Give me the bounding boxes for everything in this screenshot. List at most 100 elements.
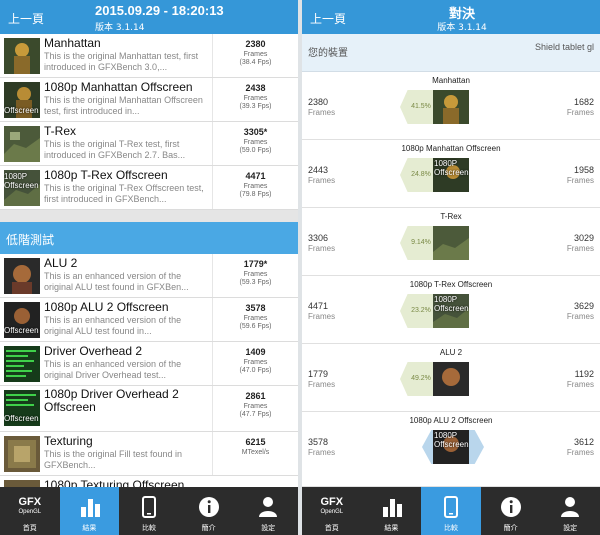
score-unit: Frames bbox=[243, 139, 268, 146]
gfx-logo-icon: GFX bbox=[320, 496, 344, 508]
test-name: 1080p T-Rex Offscreen bbox=[44, 168, 168, 182]
test-description: This is the original Manhattan Offscreen… bbox=[44, 95, 203, 116]
texturing-thumbnail bbox=[4, 436, 40, 472]
list-item-alu2[interactable]: ALU 2 This is an enhanced version of the… bbox=[0, 254, 298, 298]
tab-home[interactable]: GFX OpenGL 首頁 bbox=[0, 487, 60, 535]
test-name: Texturing bbox=[44, 434, 93, 448]
tab-label: 設定 bbox=[261, 524, 276, 532]
header-bar: 上一頁 2015.09.29 - 18:20:13 版本 3.1.14 bbox=[0, 0, 298, 34]
offscreen-overlay: Offscreen bbox=[4, 106, 39, 115]
comparison-manhattan[interactable]: Manhattan 2380 Frames 41.5% 1682 Frames bbox=[302, 72, 600, 140]
alu2-offscreen-thumbnail: 1080P Offscreen bbox=[433, 430, 469, 464]
version-label: 版本 3.1.14 bbox=[95, 23, 145, 33]
test-description: This is the original Fill test found in … bbox=[44, 449, 183, 470]
offscreen-overlay: 1080P Offscreen bbox=[4, 172, 39, 190]
list-item-trex-offscreen[interactable]: 1080P Offscreen 1080p T-Rex Offscreen Th… bbox=[0, 166, 298, 210]
driver-overhead-offscreen-thumbnail: Offscreen bbox=[4, 390, 40, 426]
comparison-trex-offscreen[interactable]: 1080p T-Rex Offscreen 4471 Frames 23.2% … bbox=[302, 276, 600, 344]
trex-thumbnail bbox=[4, 126, 40, 162]
list-item-manhattan[interactable]: Manhattan This is the original Manhattan… bbox=[0, 34, 298, 78]
score-fps: (38.4 Fps) bbox=[239, 59, 272, 66]
manhattan-thumbnail bbox=[4, 38, 40, 74]
score-value: 1409 bbox=[245, 347, 266, 357]
tab-info[interactable]: 簡介 bbox=[179, 487, 239, 535]
score-cell: 6215 MTexel/s bbox=[212, 432, 298, 475]
other-score-unit: Frames bbox=[566, 244, 594, 253]
test-name: ALU 2 bbox=[44, 256, 78, 270]
score-fps: (59.0 Fps) bbox=[239, 147, 272, 154]
tab-label: 簡介 bbox=[201, 524, 216, 532]
comparison-test-name: Manhattan bbox=[432, 76, 470, 85]
trex-offscreen-thumbnail: 1080P Offscreen bbox=[433, 294, 469, 328]
phone-icon bbox=[142, 496, 157, 518]
tab-info[interactable]: 簡介 bbox=[481, 487, 541, 535]
other-score: 3629 bbox=[573, 301, 594, 311]
tab-settings[interactable]: 設定 bbox=[238, 487, 298, 535]
score-fps: (59.3 Fps) bbox=[239, 279, 272, 286]
results-screen: 上一頁 2015.09.29 - 18:20:13 版本 3.1.14 Manh… bbox=[0, 0, 298, 535]
list-item-manhattan-offscreen[interactable]: Offscreen 1080p Manhattan Offscreen This… bbox=[0, 78, 298, 122]
tab-label: 結果 bbox=[384, 524, 399, 532]
comparison-alu2-offscreen[interactable]: 1080p ALU 2 Offscreen 3578 Frames 1080P … bbox=[302, 412, 600, 487]
my-score: 3578 bbox=[308, 437, 329, 447]
my-score: 2443 bbox=[308, 165, 329, 175]
test-description: This is the original T-Rex test, first i… bbox=[44, 139, 186, 160]
test-name: Manhattan bbox=[44, 36, 101, 50]
offscreen-overlay: 1080P Offscreen bbox=[434, 295, 469, 313]
user-icon bbox=[561, 497, 580, 517]
list-item-driver-overhead-offscreen[interactable]: Offscreen 1080p Driver Overhead 2 Offscr… bbox=[0, 386, 298, 432]
comparison-trex[interactable]: T-Rex 3306 Frames 9.14% 3029 Frames bbox=[302, 208, 600, 276]
my-device-label: 您的裝置 bbox=[308, 48, 348, 59]
tab-compare[interactable]: 比較 bbox=[421, 487, 481, 535]
score-cell: 1779* Frames (59.3 Fps) bbox=[212, 254, 298, 297]
score-unit: Frames bbox=[243, 95, 268, 102]
offscreen-overlay: 1080P Offscreen bbox=[434, 431, 469, 449]
tab-results[interactable]: 結果 bbox=[362, 487, 422, 535]
other-device-label[interactable]: Shield tablet gl bbox=[484, 41, 594, 53]
tab-bar: GFX OpenGL 首頁 結果 比較 簡介 設定 bbox=[302, 487, 600, 535]
list-item-texturing[interactable]: Texturing This is the original Fill test… bbox=[0, 432, 298, 476]
score-unit: Frames bbox=[243, 183, 268, 190]
phone-icon bbox=[444, 496, 459, 518]
manhattan-offscreen-thumbnail: Offscreen bbox=[4, 82, 40, 118]
my-score-unit: Frames bbox=[308, 176, 336, 185]
info-icon bbox=[198, 497, 219, 517]
my-score-unit: Frames bbox=[308, 380, 336, 389]
header-bar: 上一頁 對決 版本 3.1.14 bbox=[302, 0, 600, 34]
user-icon bbox=[259, 497, 278, 517]
other-score-unit: Frames bbox=[566, 380, 594, 389]
alu2-offscreen-thumbnail: Offscreen bbox=[4, 302, 40, 338]
test-description: This is an enhanced version of the origi… bbox=[44, 271, 189, 292]
comparison-alu2[interactable]: ALU 2 1779 Frames 49.2% 1192 Frames bbox=[302, 344, 600, 412]
trex-thumbnail bbox=[433, 226, 469, 260]
score-fps: (47.0 Fps) bbox=[239, 367, 272, 374]
list-item-driver-overhead[interactable]: Driver Overhead 2 This is an enhanced ve… bbox=[0, 342, 298, 386]
comparison-test-name: ALU 2 bbox=[439, 348, 463, 357]
comparison-test-name: T-Rex bbox=[440, 212, 462, 221]
tab-settings[interactable]: 設定 bbox=[540, 487, 600, 535]
tab-home[interactable]: GFX OpenGL 首頁 bbox=[302, 487, 362, 535]
tab-label: 首頁 bbox=[324, 524, 339, 532]
section-title: 低階測試 bbox=[6, 233, 55, 247]
offscreen-overlay: Offscreen bbox=[4, 414, 39, 423]
tab-compare[interactable]: 比較 bbox=[119, 487, 179, 535]
list-item-trex[interactable]: T-Rex This is the original T-Rex test, f… bbox=[0, 122, 298, 166]
list-item-alu2-offscreen[interactable]: Offscreen 1080p ALU 2 Offscreen This is … bbox=[0, 298, 298, 342]
my-score: 3306 bbox=[308, 233, 329, 243]
test-name: 1080p Manhattan Offscreen bbox=[44, 80, 193, 94]
comparison-manhattan-offscreen[interactable]: 1080p Manhattan Offscreen 2443 Frames 24… bbox=[302, 140, 600, 208]
other-score-unit: Frames bbox=[566, 176, 594, 185]
bar-chart-icon bbox=[80, 499, 100, 517]
offscreen-overlay: Offscreen bbox=[4, 326, 39, 335]
back-button[interactable]: 上一頁 bbox=[8, 10, 44, 27]
tab-results[interactable]: 結果 bbox=[59, 487, 120, 535]
compare-screen: 上一頁 對決 版本 3.1.14 您的裝置 Shield tablet gl M… bbox=[302, 0, 600, 535]
test-description: This is an enhanced version of the origi… bbox=[44, 315, 182, 336]
score-cell: 3305* Frames (59.0 Fps) bbox=[212, 122, 298, 165]
other-score-unit: Frames bbox=[566, 312, 594, 321]
back-button[interactable]: 上一頁 bbox=[310, 10, 346, 27]
my-score: 4471 bbox=[308, 301, 329, 311]
score-unit: Frames bbox=[243, 403, 268, 410]
test-name: Driver Overhead 2 bbox=[44, 344, 143, 358]
score-fps: (59.6 Fps) bbox=[239, 323, 272, 330]
